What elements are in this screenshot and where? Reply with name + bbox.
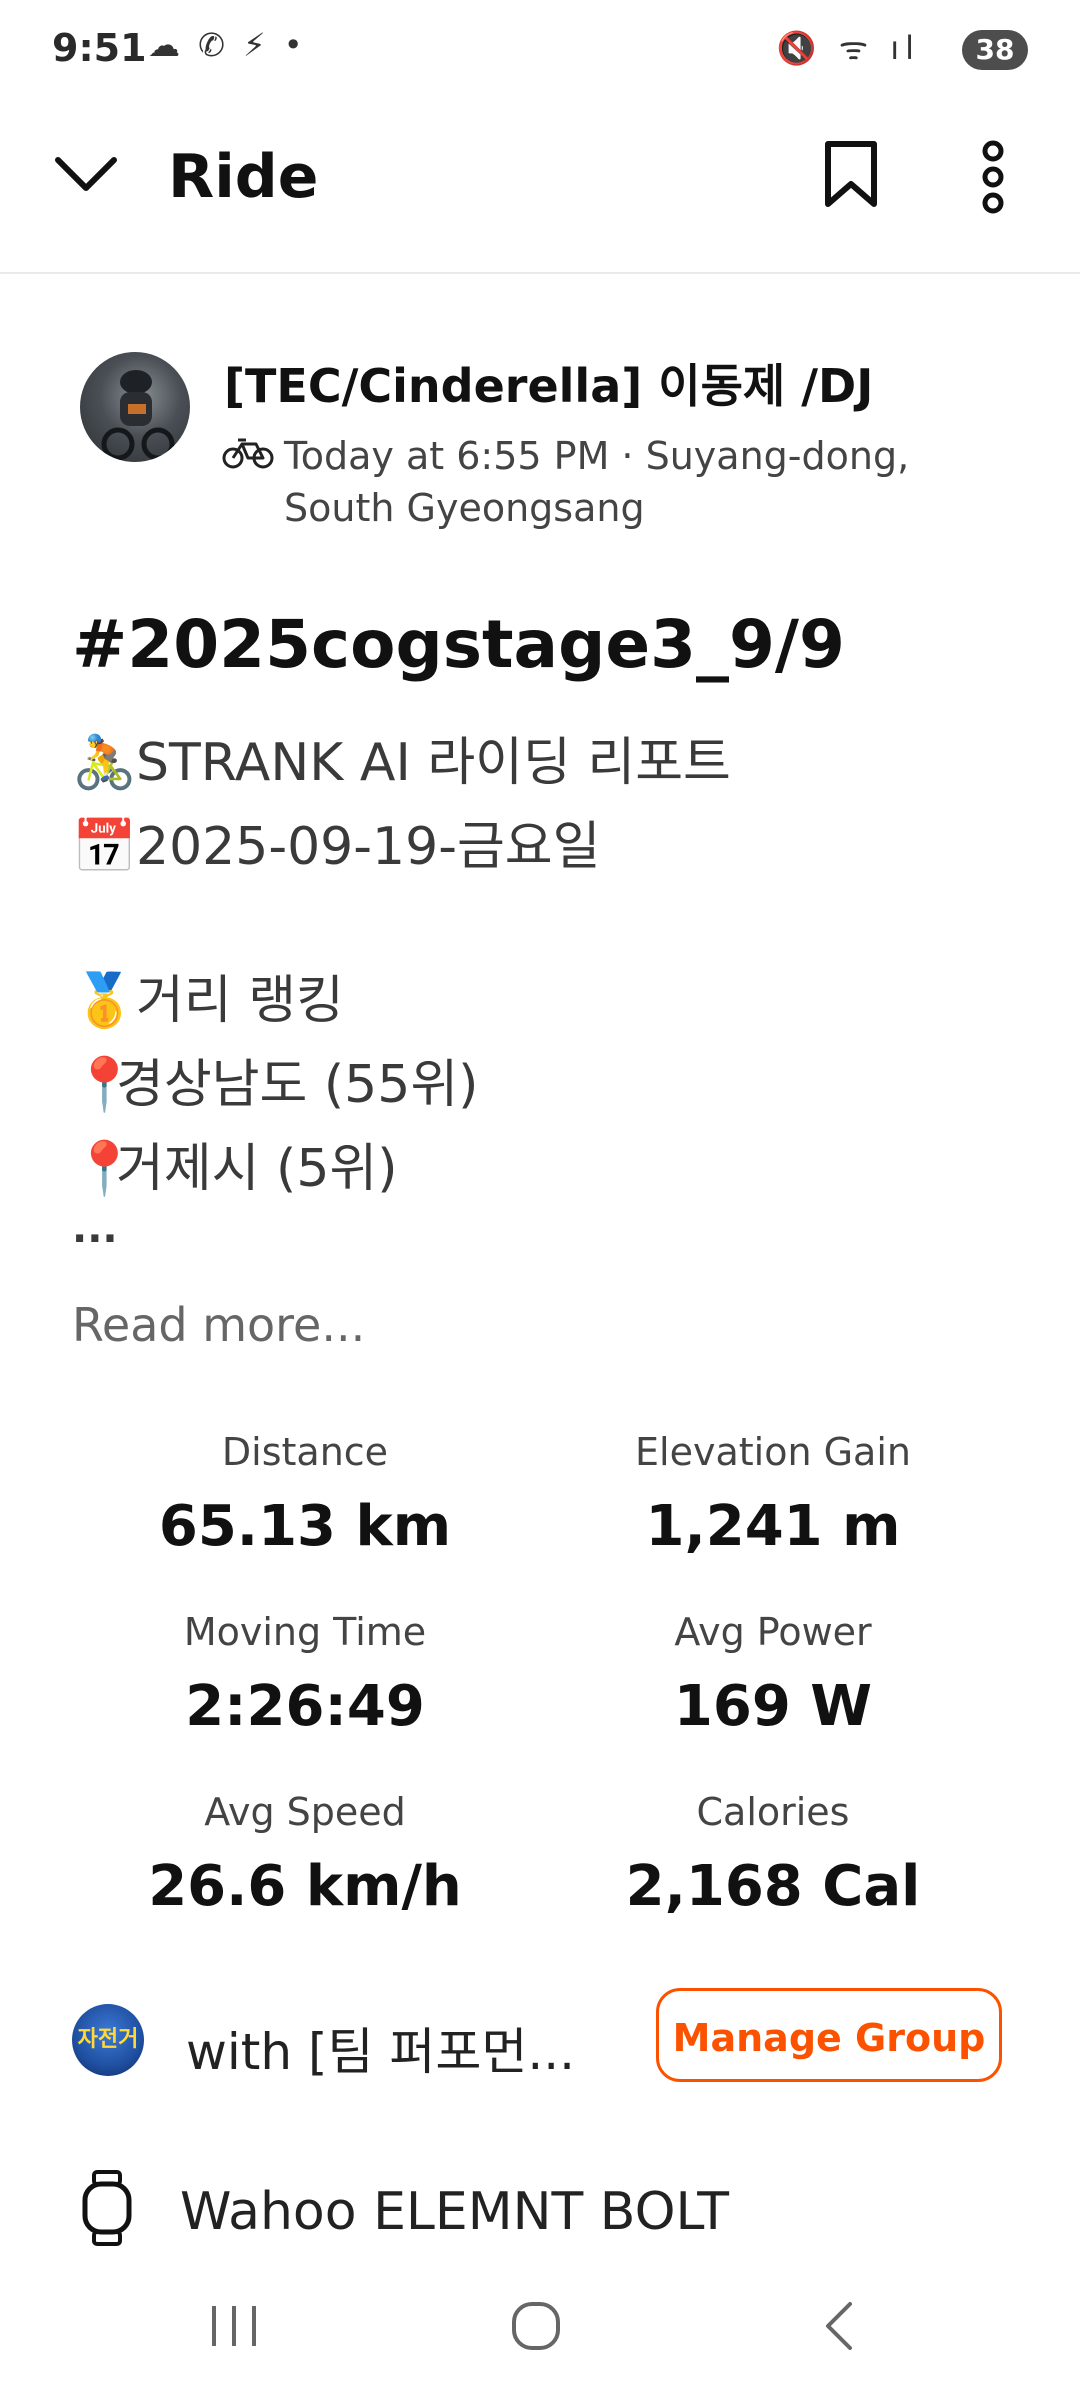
activity-title: #2025cogstage3_9/9 [72, 606, 845, 683]
stat-label-avg-speed: Avg Speed [204, 1790, 406, 1834]
cyclist-photo-icon [101, 370, 175, 461]
activity-meta: Today at 6:55 PM · Suyang-dong, South Gy… [284, 430, 984, 534]
stat-value-avg-speed: 26.6 km/h [148, 1854, 462, 1919]
pin-emoji-icon: 📍 [72, 1139, 137, 1199]
cyclist-emoji-icon: 🚴 [72, 733, 137, 793]
description-line: 📍거제시 (5위) [72, 1126, 398, 1201]
device-name: Wahoo ELEMNT BOLT [180, 2182, 730, 2242]
activity-region: South Gyeongsang [284, 486, 645, 530]
manage-group-button[interactable]: Manage Group [656, 1988, 1002, 2082]
description-line: 🥇거리 랭킹 [72, 958, 344, 1033]
stat-value-moving-time: 2:26:49 [185, 1674, 425, 1739]
stat-value-avg-power: 169 W [673, 1674, 873, 1739]
header-divider [0, 272, 1080, 274]
description-text: 거리 랭킹 [136, 971, 344, 1031]
description-text: 거제시 (5위) [116, 1139, 398, 1199]
description-line: 📅2025-09-19-금요일 [72, 804, 600, 879]
description-line: 📍경상남도 (55위) [72, 1042, 478, 1117]
stat-value-distance: 65.13 km [158, 1494, 452, 1559]
athlete-name[interactable]: [TEC/Cinderella] 이동제 /DJ [224, 350, 873, 416]
stat-label-elevation: Elevation Gain [635, 1430, 911, 1474]
medal-emoji-icon: 🥇 [72, 971, 137, 1031]
stat-value-elevation: 1,241 m [645, 1494, 901, 1559]
page-title: Ride [168, 142, 319, 212]
app-header [0, 120, 1080, 270]
description-ellipsis: ... [72, 1206, 118, 1252]
group-avatar[interactable]: 자전거 [72, 2004, 144, 2076]
system-status-icons: 🔇 ᯤ ıl [776, 29, 920, 67]
status-bar: 9:51 ☁ ✆ ⚡ • 🔇 ᯤ ıl 38 [0, 0, 1080, 100]
stat-value-calories: 2,168 Cal [625, 1854, 921, 1919]
chevron-down-icon[interactable] [54, 154, 118, 194]
bike-icon [222, 438, 274, 469]
stat-label-avg-power: Avg Power [674, 1610, 872, 1654]
activity-date-location: Today at 6:55 PM · Suyang-dong, [284, 434, 910, 478]
group-with-text[interactable]: with [팀 퍼포먼... [186, 2012, 575, 2084]
calendar-emoji-icon: 📅 [72, 817, 137, 877]
stat-label-distance: Distance [221, 1430, 389, 1474]
recent-apps-icon[interactable] [208, 2302, 260, 2350]
pin-emoji-icon: 📍 [72, 1055, 137, 1115]
battery-indicator: 38 [962, 30, 1028, 70]
status-time: 9:51 [52, 26, 147, 70]
notification-icons: ☁ ✆ ⚡ • [148, 26, 307, 64]
description-text: STRANK AI 라이딩 리포트 [136, 733, 731, 793]
description-text: 경상남도 (55위) [116, 1055, 479, 1115]
stat-label-moving-time: Moving Time [183, 1610, 427, 1654]
system-navigation-bar [0, 2280, 1080, 2400]
description-text: 2025-09-19-금요일 [136, 817, 601, 877]
home-icon[interactable] [510, 2300, 562, 2352]
athlete-avatar[interactable] [80, 352, 190, 462]
more-options-icon[interactable] [976, 140, 1010, 214]
description-line: 🚴STRANK AI 라이딩 리포트 [72, 720, 731, 795]
back-icon[interactable] [822, 2300, 856, 2352]
bookmark-icon[interactable] [822, 140, 880, 210]
watch-icon [82, 2170, 132, 2246]
stat-label-calories: Calories [696, 1790, 850, 1834]
read-more-link[interactable]: Read more... [72, 1298, 365, 1352]
